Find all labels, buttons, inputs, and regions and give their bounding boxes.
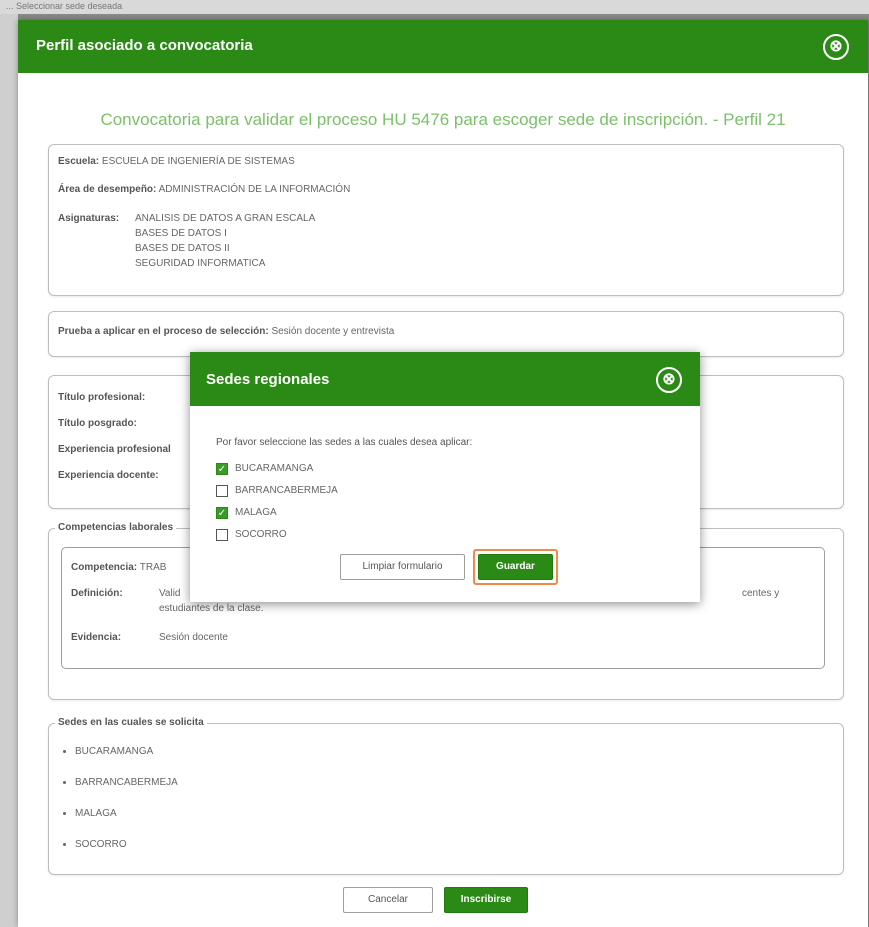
sede-item: BUCARAMANGA	[75, 746, 178, 777]
modal-close-icon[interactable]: ⊗	[823, 34, 849, 60]
sedes-dialog: Sedes regionales ⊗ Por favor seleccione …	[190, 352, 700, 602]
checkbox-checked-icon[interactable]: ✓	[216, 507, 228, 519]
definicion-value-start: Valid	[159, 588, 181, 599]
dialog-header: Sedes regionales ⊗	[190, 352, 700, 406]
sedes-legend: Sedes en las cuales se solicita	[55, 717, 207, 728]
titulo-profesional-label: Título profesional:	[58, 392, 146, 403]
asignatura-item: BASES DE DATOS II	[135, 243, 230, 254]
definicion-value-line2: estudiantes de la clase.	[159, 603, 264, 614]
checkbox-checked-icon[interactable]: ✓	[216, 463, 228, 475]
prueba-label: Prueba a aplicar en el proceso de selecc…	[58, 326, 269, 337]
asignatura-item: SEGURIDAD INFORMATICA	[135, 258, 266, 269]
competencia-value: TRAB	[139, 562, 167, 573]
background-left-panel	[0, 14, 18, 927]
background-strip-text: ... Seleccionar sede deseada	[6, 1, 123, 11]
dialog-close-icon[interactable]: ⊗	[656, 367, 682, 393]
dialog-title: Sedes regionales	[206, 371, 330, 388]
titulo-posgrado-label: Título posgrado:	[58, 418, 137, 429]
definicion-value-end: centes y	[742, 588, 780, 599]
experiencia-profesional-label: Experiencia profesional	[58, 444, 171, 455]
sede-item: SOCORRO	[75, 839, 178, 870]
background-top-strip: ... Seleccionar sede deseada	[0, 0, 869, 14]
inscribirse-button[interactable]: Inscribirse	[444, 887, 528, 913]
save-button[interactable]: Guardar	[478, 554, 553, 580]
cancel-button[interactable]: Cancelar	[343, 887, 433, 913]
escuela-label: Escuela:	[58, 156, 100, 167]
modal-header: Perfil asociado a convocatoria ⊗	[18, 20, 868, 73]
sede-option-label: MALAGA	[235, 507, 277, 518]
competencia-label: Competencia:	[71, 562, 138, 573]
sede-item: BARRANCABERMEJA	[75, 777, 178, 808]
checkbox-unchecked-icon[interactable]	[216, 529, 228, 541]
checkbox-unchecked-icon[interactable]	[216, 485, 228, 497]
sedes-box: Sedes en las cuales se solicita BUCARAMA…	[48, 717, 844, 875]
dialog-prompt: Por favor seleccione las sedes a las cua…	[216, 437, 473, 448]
convocatoria-heading: Convocatoria para validar el proceso HU …	[100, 110, 786, 129]
evidencia-label: Evidencia:	[71, 632, 122, 643]
experiencia-docente-label: Experiencia docente:	[58, 470, 159, 481]
area-label: Área de desempeño:	[58, 184, 157, 195]
evidencia-value: Sesión docente	[159, 632, 228, 643]
clear-form-button[interactable]: Limpiar formulario	[340, 554, 465, 580]
area-value: ADMINISTRACIÓN DE LA INFORMACIÓN	[158, 184, 351, 195]
sede-option-label: BARRANCABERMEJA	[235, 485, 338, 496]
prueba-box: Prueba a aplicar en el proceso de selecc…	[48, 311, 844, 357]
competencias-legend: Competencias laborales	[55, 522, 177, 533]
info-box: Escuela: ESCUELA DE INGENIERÍA DE SISTEM…	[48, 144, 844, 296]
sede-option-label: BUCARAMANGA	[235, 463, 314, 474]
definicion-label: Definición:	[71, 588, 123, 599]
sede-option-label: SOCORRO	[235, 529, 287, 540]
asignaturas-label: Asignaturas:	[58, 213, 120, 224]
prueba-value: Sesión docente y entrevista	[271, 326, 395, 337]
asignatura-item: ANALISIS DE DATOS A GRAN ESCALA	[135, 213, 316, 224]
modal-title: Perfil asociado a convocatoria	[36, 37, 253, 54]
sede-item: MALAGA	[75, 808, 178, 839]
escuela-value: ESCUELA DE INGENIERÍA DE SISTEMAS	[101, 156, 295, 167]
asignatura-item: BASES DE DATOS I	[135, 228, 227, 239]
